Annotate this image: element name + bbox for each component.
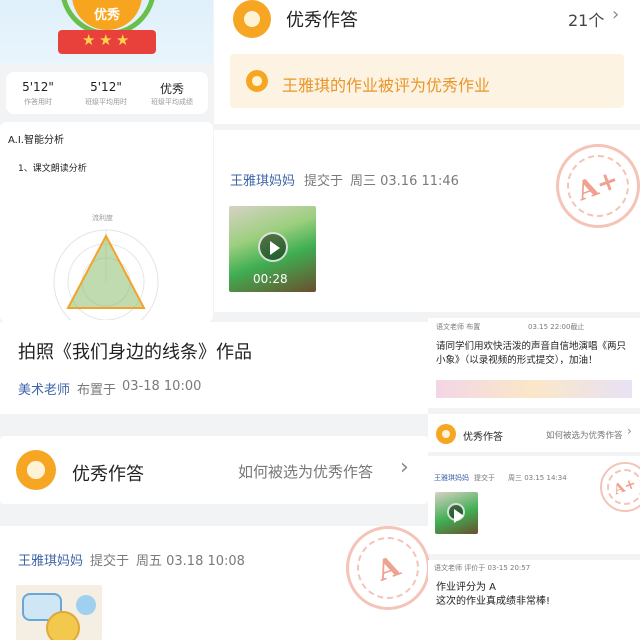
stat-value: 5'12" bbox=[90, 80, 122, 94]
submission-time: 周三 03.16 11:46 bbox=[350, 174, 459, 189]
assignment-action: 布置于 bbox=[77, 383, 117, 398]
small-submission-time: 周三 03.15 14:34 bbox=[508, 474, 567, 482]
chevron-right-icon[interactable]: › bbox=[400, 455, 409, 480]
medal-icon bbox=[436, 424, 456, 444]
chevron-right-icon[interactable]: › bbox=[627, 424, 632, 438]
medal-icon bbox=[246, 70, 268, 92]
stat-label: 班级平均用时 bbox=[85, 98, 127, 106]
play-icon[interactable] bbox=[258, 232, 288, 262]
small-attachment-strip bbox=[436, 380, 632, 398]
submission-action: 提交于 bbox=[90, 554, 130, 569]
small-comment-line1: 作业评分为 A bbox=[436, 582, 497, 593]
medal-icon bbox=[16, 450, 56, 490]
play-icon[interactable] bbox=[447, 503, 465, 523]
artwork-photo[interactable] bbox=[16, 585, 102, 640]
excellent-notice-text: 王雅琪的作业被评为优秀作业 bbox=[282, 76, 491, 95]
submission-author: 王雅琪妈妈 bbox=[18, 554, 84, 569]
small-excellent-title: 优秀作答 bbox=[463, 432, 503, 443]
small-video-thumbnail[interactable] bbox=[435, 492, 478, 534]
radar-chart bbox=[53, 229, 159, 320]
stat-value: 优秀 bbox=[159, 82, 184, 96]
small-meta-left: 语文老师 布置 bbox=[436, 323, 481, 331]
result-badge-label: 优秀 bbox=[93, 8, 120, 23]
excellent-summary-title: 优秀作答 bbox=[286, 10, 358, 31]
ai-analysis-title: A.I.智能分析 bbox=[8, 135, 64, 146]
small-how-to-link[interactable]: 如何被选为优秀作答 bbox=[546, 429, 623, 441]
video-duration: 00:28 bbox=[253, 272, 288, 286]
video-thumbnail[interactable]: 00:28 bbox=[229, 206, 316, 292]
chevron-right-icon[interactable]: › bbox=[612, 4, 619, 25]
small-meta-right: 03.15 22:00截止 bbox=[528, 323, 585, 331]
assignment-card bbox=[0, 322, 428, 414]
grade-stamp: A bbox=[346, 526, 430, 610]
ai-analysis-item: 1、课文朗读分析 bbox=[18, 164, 87, 174]
assignment-time: 03-18 10:00 bbox=[122, 379, 202, 394]
stat-label: 作答用时 bbox=[24, 98, 52, 106]
submission-time: 周五 03.18 10:08 bbox=[136, 554, 245, 569]
grade-stamp: A+ bbox=[600, 462, 640, 512]
small-comment-meta: 语文老师 评价于 03-15 20:57 bbox=[434, 564, 531, 572]
small-assignment-text: 请同学们用欢快活泼的声音自信地演唱《两只小象》（以录视频的形式提交），加油！ bbox=[436, 341, 627, 366]
star-icon: ★ bbox=[82, 31, 96, 49]
excellent-header-title: 优秀作答 bbox=[72, 464, 144, 485]
assignment-teacher: 美术老师 bbox=[18, 383, 71, 398]
excellent-count[interactable]: 21个 bbox=[568, 7, 604, 31]
stat-label: 班级平均成绩 bbox=[151, 98, 193, 106]
small-comment-line2: 这次的作业真成绩非常棒! bbox=[436, 596, 551, 607]
how-to-be-excellent-link[interactable]: 如何被选为优秀作答 bbox=[238, 461, 373, 482]
assignment-title: 拍照《我们身边的线条》作品 bbox=[18, 342, 252, 363]
small-submission-action: 提交于 bbox=[474, 474, 495, 482]
small-submission-author: 王雅琪妈妈 bbox=[434, 474, 469, 482]
star-icon: ★ bbox=[116, 31, 130, 49]
submission-author: 王雅琪妈妈 bbox=[230, 174, 296, 189]
star-icon: ★ bbox=[99, 31, 113, 49]
submission-action: 提交于 bbox=[304, 174, 344, 189]
grade-stamp: A+ bbox=[556, 144, 640, 228]
stat-value: 5'12" bbox=[22, 80, 54, 94]
medal-icon bbox=[233, 0, 271, 38]
